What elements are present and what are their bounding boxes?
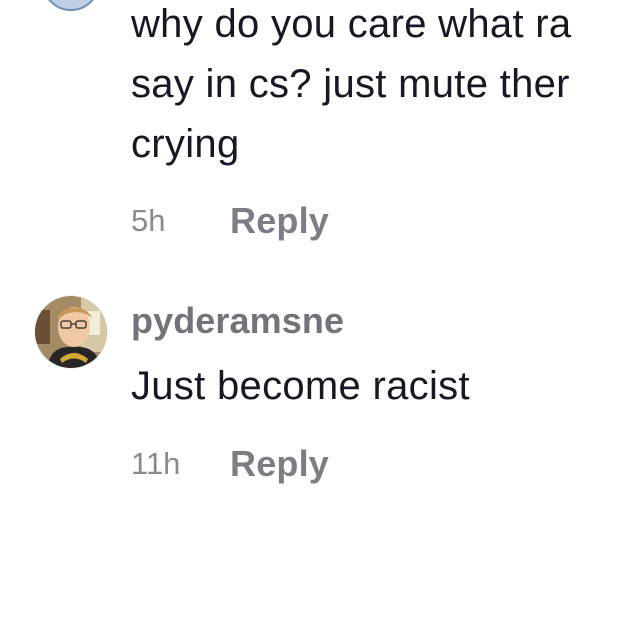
- comment-meta: 11h Reply: [131, 441, 329, 487]
- reply-button[interactable]: Reply: [230, 200, 329, 242]
- avatar[interactable]: [35, 296, 107, 368]
- comment-timestamp: 5h: [131, 203, 166, 238]
- comment-timestamp: 11h: [131, 446, 181, 481]
- comment-text-line: say in cs? just mute ther: [131, 62, 570, 106]
- comment-body: Just become racist: [131, 364, 470, 408]
- previous-comment-avatar[interactable]: [42, 0, 100, 11]
- reply-button[interactable]: Reply: [230, 443, 329, 485]
- comment-body: why do you care what ra say in cs? just …: [131, 0, 571, 174]
- person-avatar-icon: [35, 296, 107, 368]
- comment-text-line: why do you care what ra: [131, 2, 572, 46]
- comment-meta: 5h Reply: [131, 198, 329, 244]
- background-shelf: [35, 310, 50, 344]
- comment-username[interactable]: pyderamsne: [131, 297, 344, 345]
- comment-text-line: crying: [131, 122, 240, 166]
